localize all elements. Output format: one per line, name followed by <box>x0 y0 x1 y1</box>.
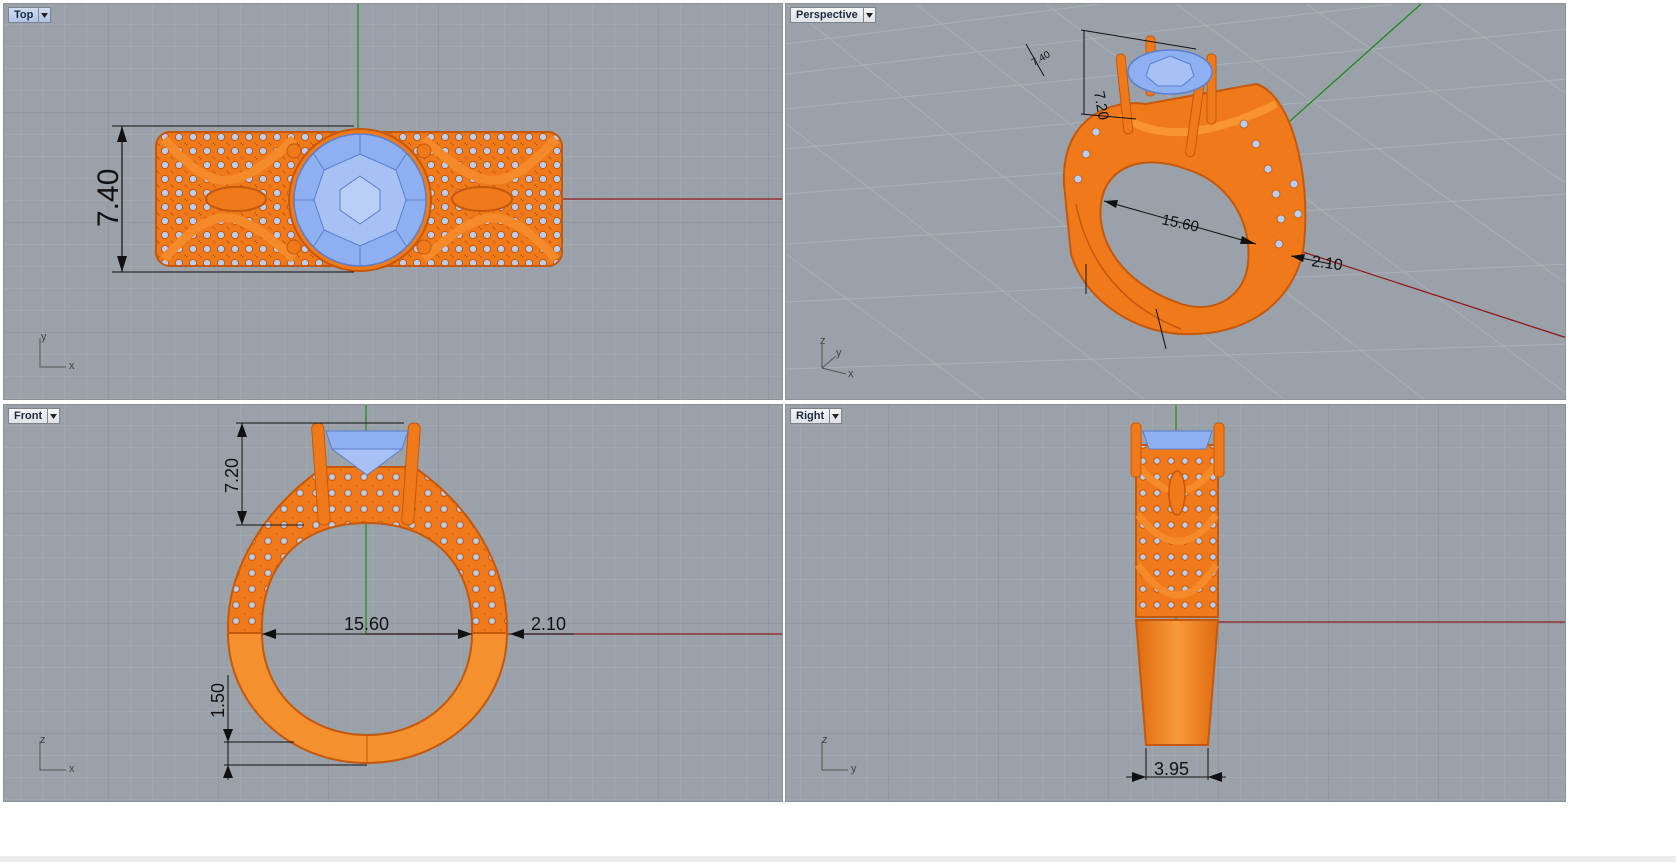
dimension-label: 3.95 <box>1154 759 1189 779</box>
tab-perspective-label: Perspective <box>796 9 858 21</box>
chevron-down-icon[interactable] <box>38 8 50 22</box>
tab-perspective[interactable]: Perspective <box>790 7 876 23</box>
svg-text:z: z <box>40 734 46 746</box>
svg-text:y: y <box>41 331 47 343</box>
front-canvas[interactable]: 7.20 15.60 2.10 1.50 z x <box>4 405 783 802</box>
tab-front-label: Front <box>14 410 43 422</box>
top-canvas[interactable]: 7.40 y x <box>4 4 783 400</box>
chevron-down-icon[interactable] <box>47 409 59 423</box>
tab-right-label: Right <box>796 410 825 422</box>
svg-text:x: x <box>848 368 854 380</box>
ring-top-view[interactable] <box>155 128 563 272</box>
viewport-perspective[interactable]: 7.40 7.20 15.60 2.10 z y x Perspective <box>785 3 1566 400</box>
svg-text:x: x <box>69 763 75 775</box>
tab-front[interactable]: Front <box>8 408 61 424</box>
tab-right[interactable]: Right <box>790 408 843 424</box>
viewport-right[interactable]: 3.95 z y Right <box>785 404 1566 802</box>
status-strip <box>0 856 1676 862</box>
tab-top[interactable]: Top <box>8 7 52 23</box>
chevron-down-icon[interactable] <box>829 409 841 423</box>
right-canvas[interactable]: 3.95 z y <box>786 405 1566 802</box>
ring-right-view[interactable] <box>1130 422 1225 746</box>
dimension-label: 1.50 <box>208 683 228 718</box>
dimension-label: 2.10 <box>531 614 566 634</box>
perspective-canvas[interactable]: 7.40 7.20 15.60 2.10 z y x <box>786 4 1566 400</box>
viewport-top[interactable]: 7.40 y x Top <box>3 3 783 400</box>
svg-text:x: x <box>69 360 75 372</box>
dimension-label: 15.60 <box>344 614 389 634</box>
viewport-front[interactable]: 7.20 15.60 2.10 1.50 z x Front <box>3 404 783 802</box>
svg-text:y: y <box>851 763 857 775</box>
tab-top-label: Top <box>14 9 34 21</box>
dimension-label: 7.40 <box>92 169 125 227</box>
dimension-label: 7.20 <box>222 458 242 493</box>
svg-text:z: z <box>820 335 826 347</box>
svg-text:y: y <box>836 347 842 359</box>
svg-text:z: z <box>822 734 828 746</box>
chevron-down-icon[interactable] <box>862 8 875 22</box>
